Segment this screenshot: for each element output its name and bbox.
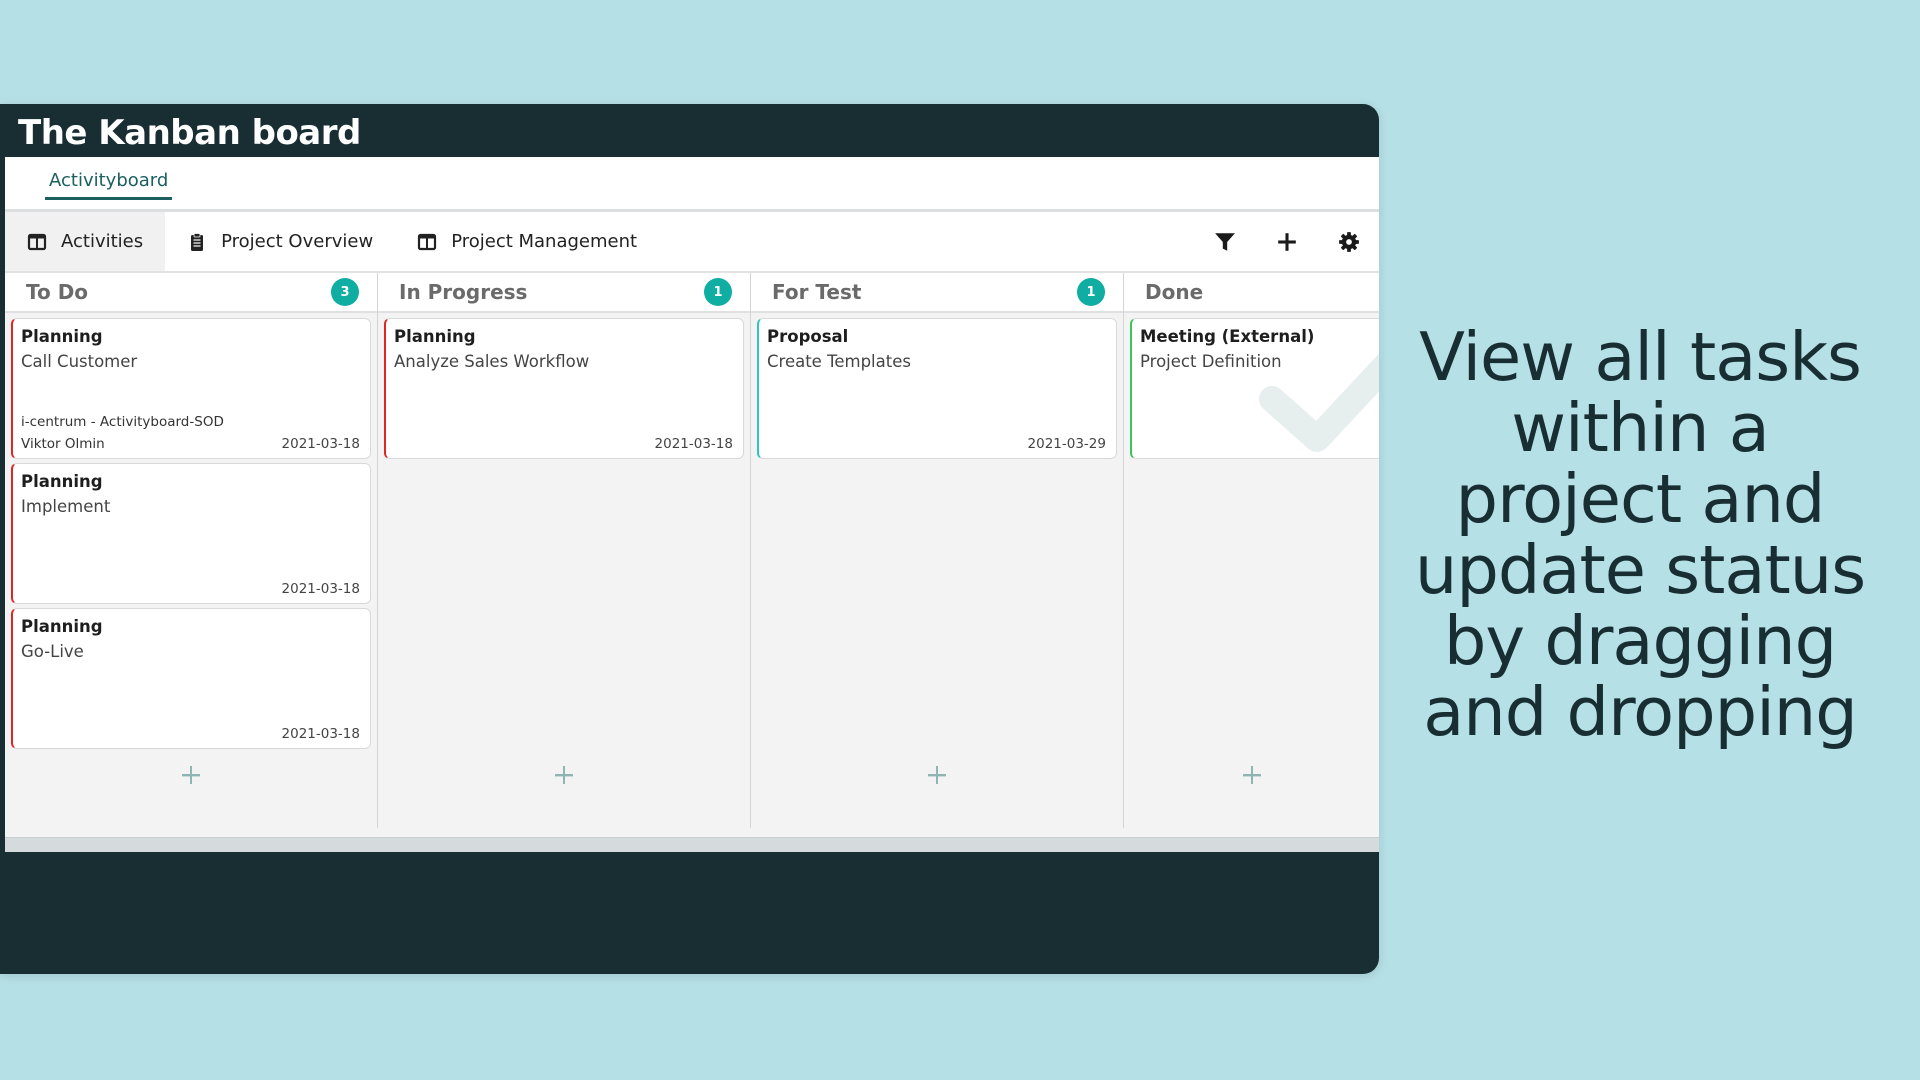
tagline: View all tasks within a project and upda… (1414, 318, 1866, 751)
card-list: Planning Call Customer i-centrum - Activ… (5, 313, 377, 749)
card-title: Call Customer (21, 352, 138, 371)
task-card[interactable]: Planning Analyze Sales Workflow 2021-03-… (384, 318, 744, 459)
card-assignee: Viktor Olmin (21, 436, 105, 452)
card-title: Analyze Sales Workflow (394, 352, 590, 371)
horizontal-scrollbar[interactable] (5, 837, 1379, 852)
gear-icon (1339, 231, 1359, 252)
view-tab-project-management[interactable]: Project Management (395, 212, 659, 271)
count-badge: 1 (1077, 278, 1105, 306)
view-tab-label: Project Management (451, 231, 638, 252)
settings-button[interactable] (1337, 230, 1361, 254)
tab-activityboard[interactable]: Activityboard (45, 170, 173, 200)
card-type: Planning (394, 327, 476, 346)
column-title: For Test (772, 280, 862, 304)
card-type: Planning (21, 472, 103, 491)
app-content: Activityboard Activities Project Overvie… (5, 157, 1379, 852)
task-card[interactable]: Planning Call Customer i-centrum - Activ… (11, 318, 371, 459)
column-title: Done (1145, 280, 1204, 304)
card-project: i-centrum - Activityboard-SOD (21, 414, 224, 430)
view-tab-label: Activities (61, 231, 144, 252)
columns-icon (418, 233, 437, 250)
add-card-button[interactable] (552, 763, 576, 787)
count-badge: 1 (704, 278, 732, 306)
tab-bar: Activityboard (5, 157, 1379, 212)
task-card[interactable]: Proposal Create Templates 2021-03-29 (757, 318, 1117, 459)
card-title: Project Definition (1140, 352, 1282, 371)
view-tab-project-overview[interactable]: Project Overview (165, 212, 395, 271)
card-date: 2021-03-18 (281, 436, 360, 452)
card-date: 2021-03-18 (654, 436, 733, 452)
task-card[interactable]: Planning Implement 2021-03-18 (11, 463, 371, 604)
card-type: Planning (21, 327, 103, 346)
card-title: Go-Live (21, 642, 84, 661)
card-type: Proposal (767, 327, 849, 346)
toolbar: Activities Project Overview Project Mana… (5, 212, 1379, 273)
view-tab-activities[interactable]: Activities (5, 212, 166, 271)
column-to-do: To Do 3 Planning Call Customer i-centrum… (5, 273, 378, 828)
add-card-button[interactable] (179, 763, 203, 787)
view-tab-label: Project Overview (221, 231, 374, 252)
card-list: Planning Analyze Sales Workflow 2021-03-… (378, 313, 750, 459)
column-in-progress: In Progress 1 Planning Analyze Sales Wor… (378, 273, 751, 828)
card-type: Meeting (External) (1140, 327, 1315, 346)
kanban-window: The Kanban board Activityboard Activitie… (0, 104, 1379, 974)
filter-icon (1215, 232, 1235, 251)
card-title: Implement (21, 497, 111, 516)
plus-icon (1278, 232, 1296, 251)
window-title: The Kanban board (18, 112, 361, 153)
filter-button[interactable] (1213, 230, 1237, 254)
clipboard-list-icon (191, 232, 204, 251)
add-card-button[interactable] (1240, 763, 1264, 787)
column-header: Done (1124, 273, 1379, 313)
kanban-board: To Do 3 Planning Call Customer i-centrum… (5, 273, 1379, 828)
column-title: To Do (26, 280, 89, 304)
card-list: Meeting (External) Project Definition (1124, 313, 1379, 459)
card-date: 2021-03-29 (1027, 436, 1106, 452)
column-header: In Progress 1 (378, 273, 750, 313)
window-header: The Kanban board (0, 104, 1379, 157)
add-button[interactable] (1275, 230, 1299, 254)
add-card-button[interactable] (925, 763, 949, 787)
card-type: Planning (21, 617, 103, 636)
column-done: Done Meeting (External) Project Definiti… (1124, 273, 1379, 828)
column-header: For Test 1 (751, 273, 1123, 313)
card-date: 2021-03-18 (281, 726, 360, 742)
column-title: In Progress (399, 280, 528, 304)
count-badge: 3 (331, 278, 359, 306)
columns-icon (27, 233, 47, 250)
toolbar-actions (1213, 212, 1367, 271)
column-for-test: For Test 1 Proposal Create Templates 202… (751, 273, 1124, 828)
card-list: Proposal Create Templates 2021-03-29 (751, 313, 1123, 459)
card-date: 2021-03-18 (281, 581, 360, 597)
task-card[interactable]: Planning Go-Live 2021-03-18 (11, 608, 371, 749)
card-title: Create Templates (767, 352, 911, 371)
column-header: To Do 3 (5, 273, 377, 313)
task-card[interactable]: Meeting (External) Project Definition (1130, 318, 1379, 459)
